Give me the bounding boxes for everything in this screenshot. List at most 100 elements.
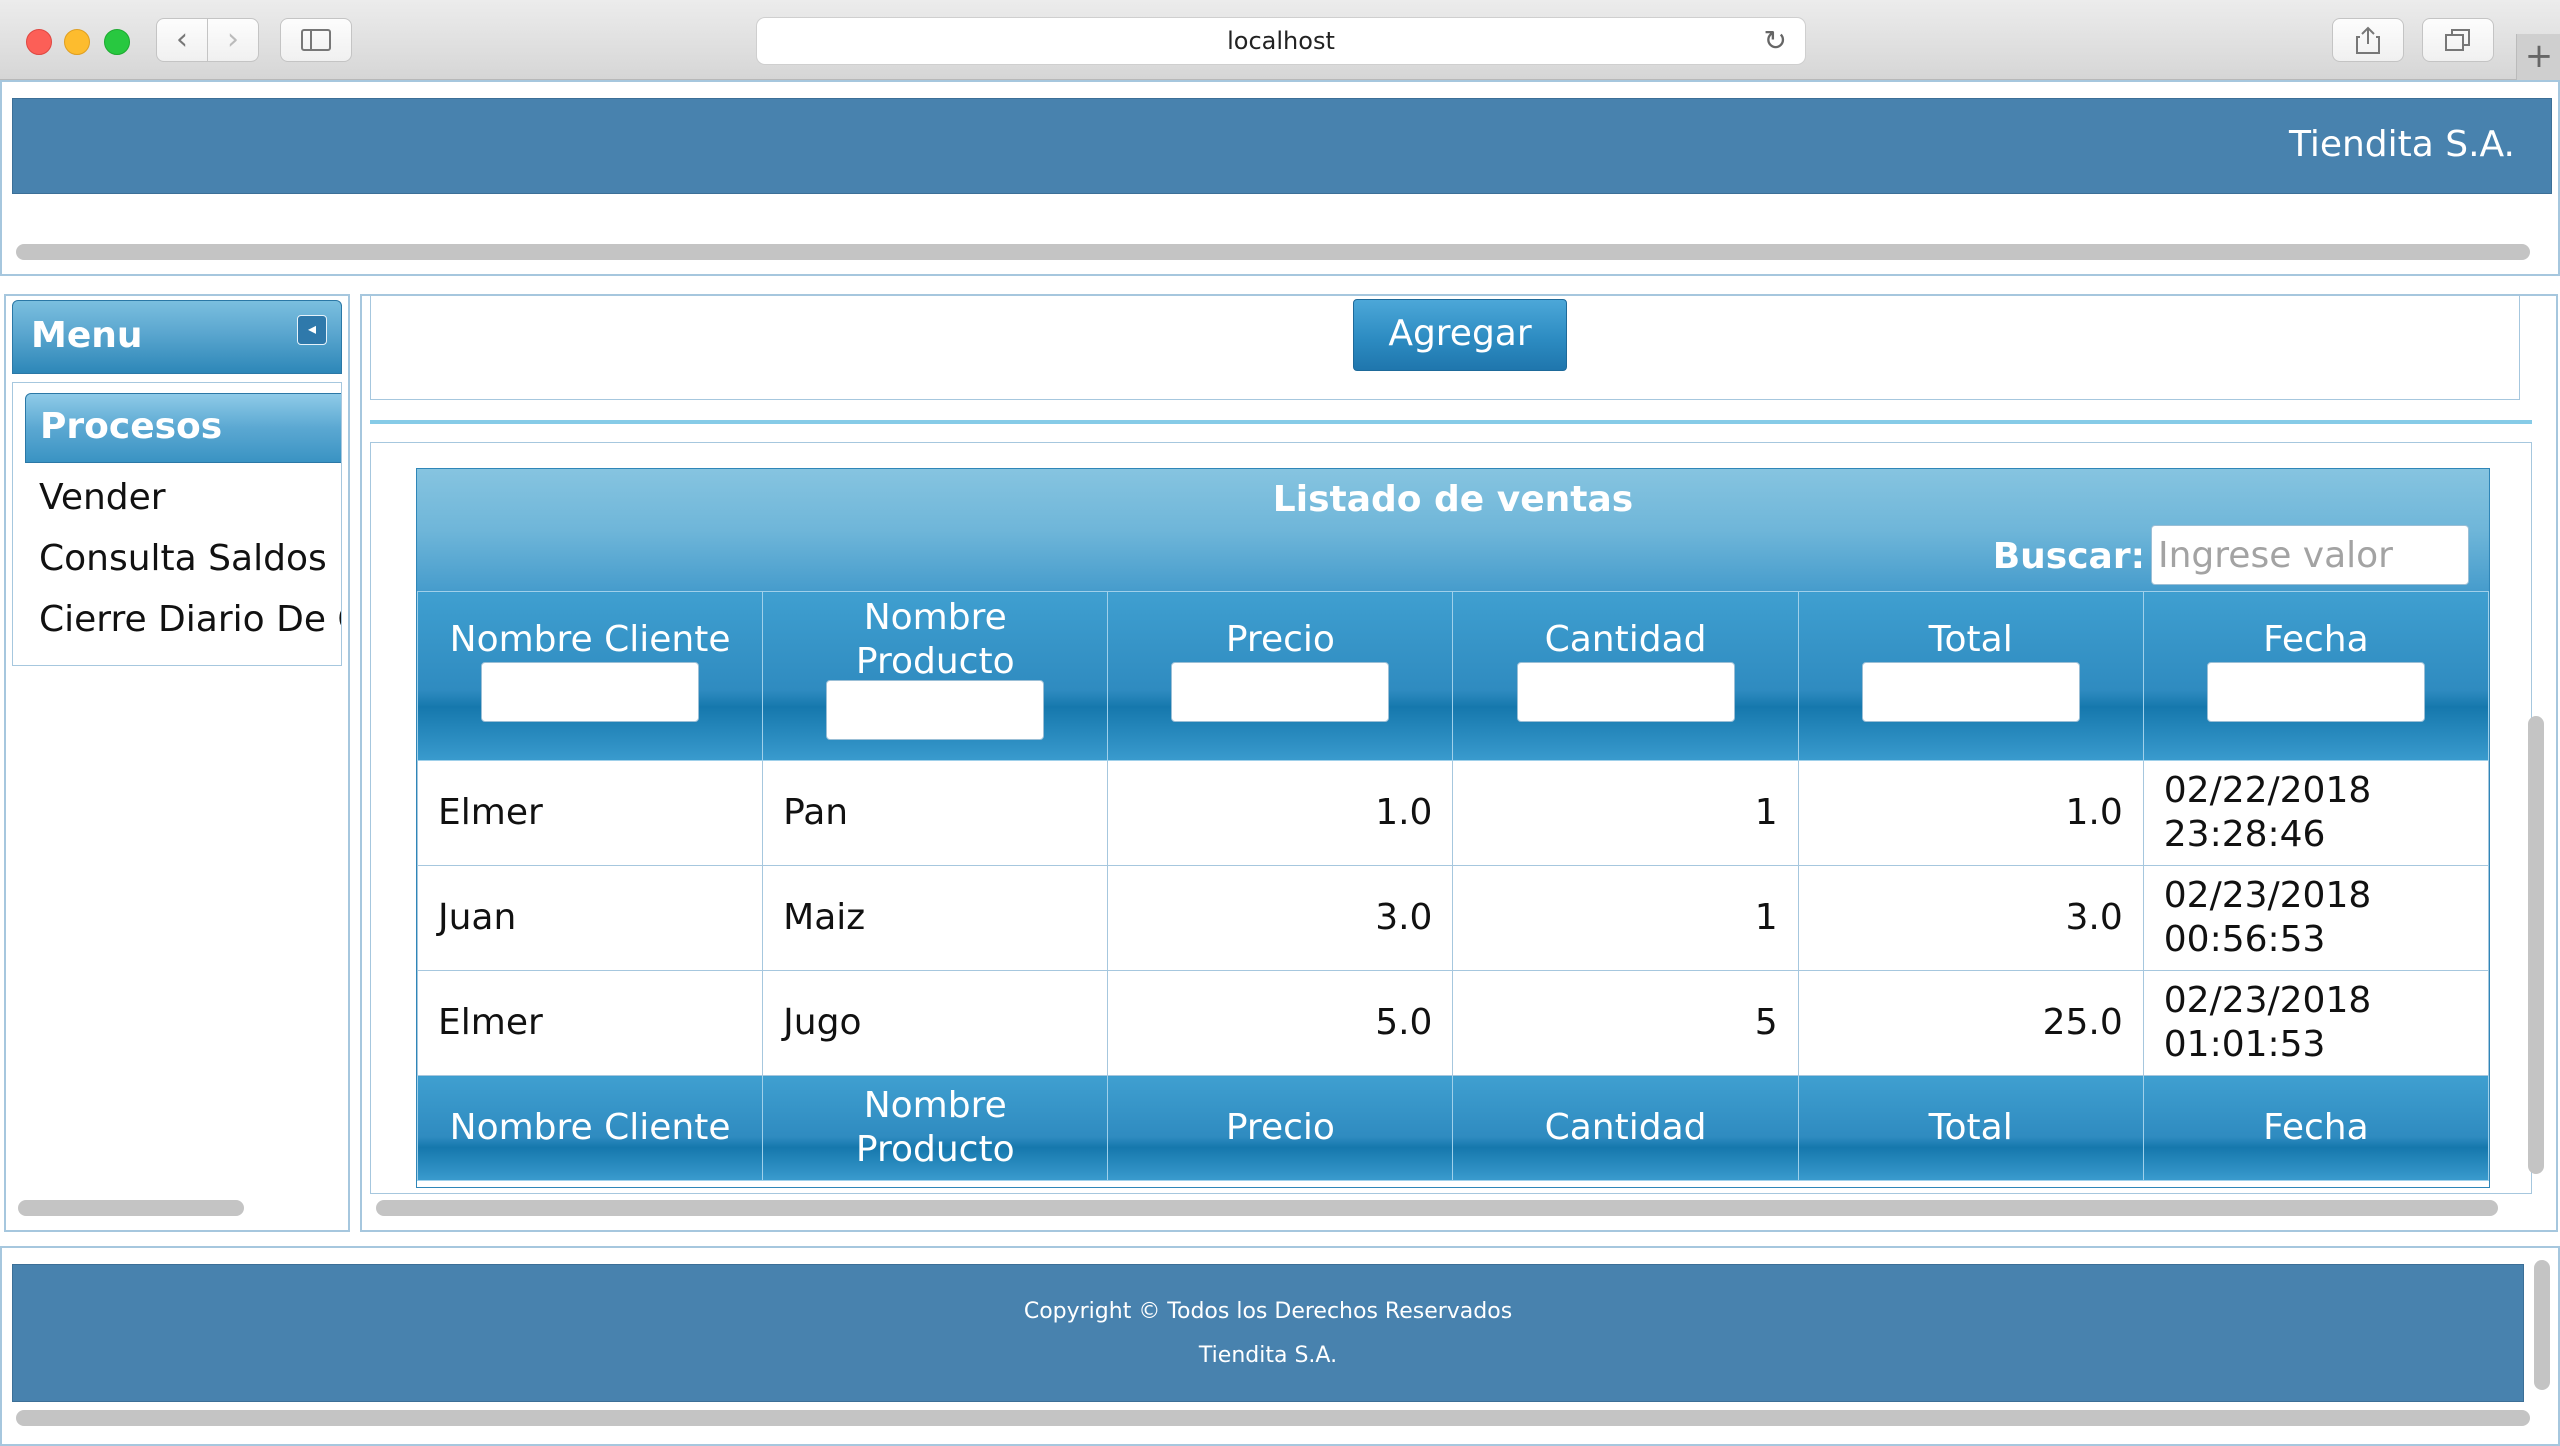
main-horizontal-scrollbar[interactable]: [376, 1200, 2498, 1216]
table-row[interactable]: Elmer Jugo 5.0 5 25.0 02/23/2018 01:01:5…: [417, 970, 2489, 1076]
menu-header: Menu ◂: [12, 300, 342, 374]
column-footer-fecha: Fecha: [2142, 1075, 2489, 1181]
zoom-window-button[interactable]: [104, 29, 130, 55]
menu-item-consulta-saldos[interactable]: Consulta Saldos: [39, 538, 327, 579]
cell-nombre-producto: Jugo: [762, 970, 1109, 1076]
cell-cantidad: 1: [1452, 760, 1799, 866]
column-header-nombre-cliente[interactable]: Nombre Cliente: [417, 591, 764, 761]
filter-input-precio[interactable]: [1171, 662, 1390, 722]
cell-precio: 5.0: [1107, 970, 1454, 1076]
filter-input-fecha[interactable]: [2206, 662, 2425, 722]
share-icon: [2356, 26, 2380, 54]
minimize-window-button[interactable]: [64, 29, 90, 55]
cell-precio: 3.0: [1107, 865, 1454, 971]
column-label: Total: [1928, 619, 2013, 660]
column-footer-total: Total: [1797, 1075, 2144, 1181]
copyright-text: Copyright © Todos los Derechos Reservado…: [1023, 1299, 1513, 1324]
column-header-nombre-producto[interactable]: Nombre Producto: [762, 591, 1109, 761]
cell-nombre-cliente: Elmer: [417, 970, 764, 1076]
sales-grid: Nombre Cliente Nombre Producto Precio Ca…: [417, 591, 2489, 1181]
url-text: localhost: [1227, 27, 1335, 55]
tabs-overview-button[interactable]: [2422, 18, 2494, 62]
column-label: Cantidad: [1544, 619, 1707, 660]
menu-body: Procesos Vender Consulta Saldos Cierre D…: [12, 382, 342, 666]
cell-nombre-cliente: Elmer: [417, 760, 764, 866]
forward-button[interactable]: ›: [207, 18, 259, 62]
column-label: Fecha: [2263, 619, 2369, 660]
header-banner: Tiendita S.A.: [12, 98, 2552, 194]
chevron-right-icon: ›: [227, 22, 239, 57]
cell-total: 3.0: [1797, 865, 2144, 971]
filter-input-total[interactable]: [1861, 662, 2080, 722]
footer-row: Nombre Cliente Nombre Producto Precio Ca…: [417, 1075, 2489, 1181]
table-title: Listado de ventas: [1272, 479, 1634, 520]
reload-icon[interactable]: ↻: [1764, 18, 1787, 64]
menu-item-cierre-diario[interactable]: Cierre Diario De Caja: [39, 599, 341, 640]
search-input[interactable]: [2151, 525, 2469, 585]
filter-input-cantidad[interactable]: [1516, 662, 1735, 722]
cell-total: 1.0: [1797, 760, 2144, 866]
footer-company-name: Tiendita S.A.: [1198, 1343, 1338, 1368]
menu-item-vender[interactable]: Vender: [39, 477, 166, 518]
sidebar-toggle-button[interactable]: [280, 18, 352, 62]
column-footer-nombre-producto: Nombre Producto: [762, 1075, 1109, 1181]
table-caption: Listado de ventas Buscar:: [417, 469, 2489, 591]
share-button[interactable]: [2332, 18, 2404, 62]
column-label: Nombre Producto: [855, 597, 1015, 682]
menu-panel: Menu ◂ Procesos Vender Consulta Saldos C…: [4, 294, 350, 1232]
add-sale-button[interactable]: Agregar: [1353, 299, 1567, 371]
cell-cantidad: 1: [1452, 865, 1799, 971]
column-footer-nombre-cliente: Nombre Cliente: [417, 1075, 764, 1181]
plus-icon: +: [2524, 36, 2554, 76]
company-name: Tiendita S.A.: [2288, 124, 2515, 165]
toolbar-box: Agregar: [370, 296, 2520, 400]
footer-horizontal-scrollbar[interactable]: [16, 1410, 2530, 1426]
triangle-left-icon: ◂: [307, 319, 317, 338]
tabs-icon: [2445, 29, 2470, 51]
column-header-fecha[interactable]: Fecha: [2142, 591, 2489, 761]
chevron-left-icon: ‹: [176, 22, 188, 57]
footer-banner: Copyright © Todos los Derechos Reservado…: [12, 1264, 2524, 1402]
column-header-precio[interactable]: Precio: [1107, 591, 1454, 761]
separator: [370, 420, 2532, 424]
column-label: Nombre Cliente: [449, 619, 731, 660]
column-header-total[interactable]: Total: [1797, 591, 2144, 761]
column-footer-cantidad: Cantidad: [1452, 1075, 1799, 1181]
footer-vertical-scrollbar[interactable]: [2534, 1260, 2550, 1390]
browser-toolbar: ‹ › localhost ↻ +: [0, 0, 2560, 80]
cell-fecha: 02/23/2018 01:01:53: [2142, 970, 2489, 1076]
header-horizontal-scrollbar[interactable]: [16, 244, 2530, 260]
sidebar-icon: [301, 29, 331, 51]
column-header-cantidad[interactable]: Cantidad: [1452, 591, 1799, 761]
cell-fecha: 02/23/2018 00:56:53: [2142, 865, 2489, 971]
back-button[interactable]: ‹: [156, 18, 208, 62]
cell-nombre-producto: Pan: [762, 760, 1109, 866]
address-bar[interactable]: localhost ↻: [756, 17, 1806, 65]
main-vertical-scrollbar[interactable]: [2528, 716, 2544, 1174]
cell-nombre-producto: Maiz: [762, 865, 1109, 971]
close-window-button[interactable]: [26, 29, 52, 55]
cell-nombre-cliente: Juan: [417, 865, 764, 971]
cell-fecha: 02/22/2018 23:28:46: [2142, 760, 2489, 866]
column-footer-precio: Precio: [1107, 1075, 1454, 1181]
filter-input-nombre-producto[interactable]: [826, 680, 1045, 740]
menu-group-procesos[interactable]: Procesos: [25, 393, 341, 463]
search-label: Buscar:: [1992, 536, 2145, 577]
cell-precio: 1.0: [1107, 760, 1454, 866]
menu-horizontal-scrollbar[interactable]: [18, 1200, 244, 1216]
menu-group-label: Procesos: [40, 406, 223, 447]
header-panel: Tiendita S.A.: [0, 80, 2560, 276]
new-tab-button[interactable]: +: [2516, 34, 2560, 80]
column-label: Precio: [1225, 619, 1335, 660]
footer-panel: Copyright © Todos los Derechos Reservado…: [0, 1246, 2560, 1446]
sales-table: Listado de ventas Buscar: Nombre Cliente…: [416, 468, 2490, 1188]
collapse-menu-button[interactable]: ◂: [297, 315, 327, 345]
cell-cantidad: 5: [1452, 970, 1799, 1076]
header-row: Nombre Cliente Nombre Producto Precio Ca…: [417, 591, 2489, 761]
cell-total: 25.0: [1797, 970, 2144, 1076]
table-row[interactable]: Elmer Pan 1.0 1 1.0 02/22/2018 23:28:46: [417, 760, 2489, 866]
filter-input-nombre-cliente[interactable]: [481, 662, 700, 722]
table-row[interactable]: Juan Maiz 3.0 1 3.0 02/23/2018 00:56:53: [417, 865, 2489, 971]
main-panel: Agregar Listado de ventas Buscar: Nombre…: [360, 294, 2558, 1232]
menu-title: Menu: [31, 315, 143, 356]
